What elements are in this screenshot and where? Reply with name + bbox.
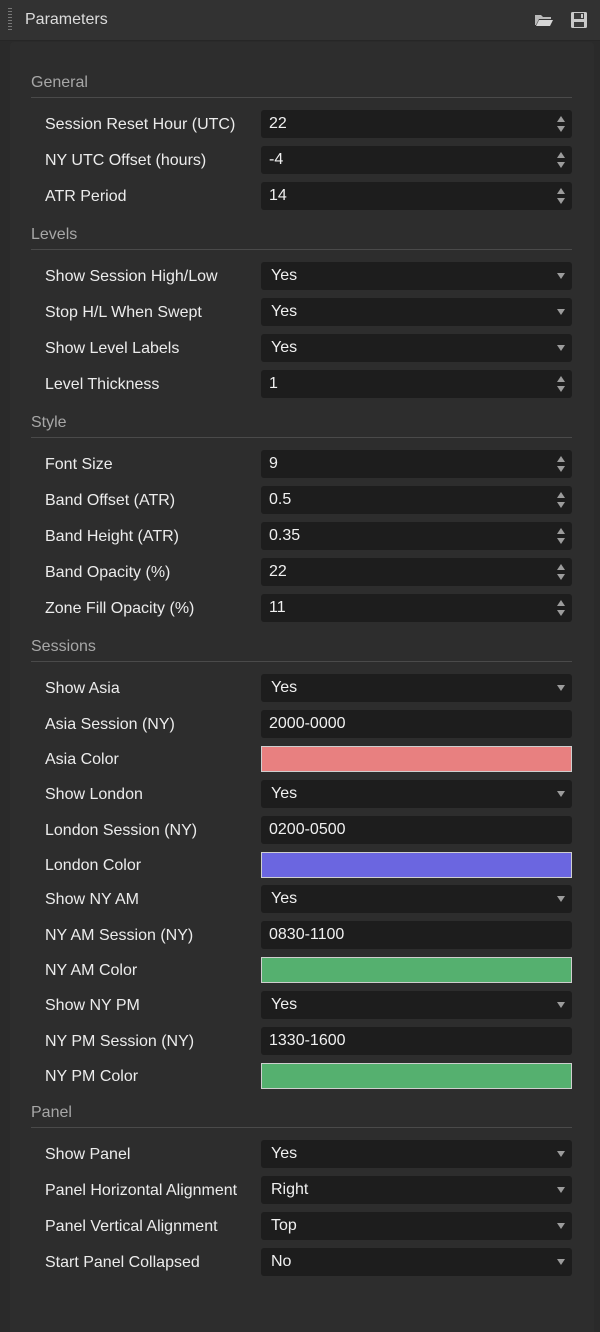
section-style: Style bbox=[31, 414, 67, 431]
section-divider bbox=[31, 97, 572, 98]
band-height-input[interactable]: 0.35 bbox=[261, 522, 572, 550]
ny-am-session-input[interactable]: 0830-1100 bbox=[261, 921, 572, 949]
london-session-input[interactable]: 0200-0500 bbox=[261, 816, 572, 844]
param-label: Show NY PM bbox=[45, 997, 140, 1014]
param-label: Asia Color bbox=[45, 751, 119, 768]
band-opacity-input[interactable]: 22 bbox=[261, 558, 572, 586]
london-color-swatch[interactable] bbox=[261, 852, 572, 878]
spinner-icon[interactable] bbox=[556, 490, 566, 510]
param-label: Stop H/L When Swept bbox=[45, 304, 202, 321]
zone-fill-opacity-input[interactable]: 11 bbox=[261, 594, 572, 622]
show-london-select[interactable]: Yes bbox=[261, 780, 572, 808]
start-panel-collapsed-select[interactable]: No bbox=[261, 1248, 572, 1276]
panel-vertical-alignment-select[interactable]: Top bbox=[261, 1212, 572, 1240]
param-label: Asia Session (NY) bbox=[45, 716, 175, 733]
show-ny-pm-select[interactable]: Yes bbox=[261, 991, 572, 1019]
param-label: Band Height (ATR) bbox=[45, 528, 179, 545]
chevron-down-icon bbox=[557, 273, 565, 279]
section-divider bbox=[31, 1127, 572, 1128]
param-label: NY PM Color bbox=[45, 1068, 139, 1085]
param-label: Level Thickness bbox=[45, 376, 160, 393]
spinner-icon[interactable] bbox=[556, 562, 566, 582]
chevron-down-icon bbox=[557, 896, 565, 902]
param-label: Panel Horizontal Alignment bbox=[45, 1182, 238, 1199]
section-divider bbox=[31, 437, 572, 438]
session-reset-hour-input[interactable]: 22 bbox=[261, 110, 572, 138]
level-thickness-input[interactable]: 1 bbox=[261, 370, 572, 398]
section-divider bbox=[31, 661, 572, 662]
ny-pm-color-swatch[interactable] bbox=[261, 1063, 572, 1089]
param-label: Session Reset Hour (UTC) bbox=[45, 116, 236, 133]
show-session-high-low-select[interactable]: Yes bbox=[261, 262, 572, 290]
param-label: NY UTC Offset (hours) bbox=[45, 152, 207, 169]
stop-hl-when-swept-select[interactable]: Yes bbox=[261, 298, 572, 326]
chevron-down-icon bbox=[557, 1187, 565, 1193]
chevron-down-icon bbox=[557, 1223, 565, 1229]
param-label: Show Panel bbox=[45, 1146, 131, 1163]
param-label: Show Session High/Low bbox=[45, 268, 218, 285]
title-bar: Parameters bbox=[0, 0, 600, 41]
param-label: London Color bbox=[45, 857, 142, 874]
save-icon[interactable] bbox=[568, 10, 590, 30]
show-ny-am-select[interactable]: Yes bbox=[261, 885, 572, 913]
asia-color-swatch[interactable] bbox=[261, 746, 572, 772]
param-label: NY AM Session (NY) bbox=[45, 927, 194, 944]
chevron-down-icon bbox=[557, 1259, 565, 1265]
spinner-icon[interactable] bbox=[556, 114, 566, 134]
chevron-down-icon bbox=[557, 685, 565, 691]
spinner-icon[interactable] bbox=[556, 454, 566, 474]
spinner-icon[interactable] bbox=[556, 598, 566, 618]
spinner-icon[interactable] bbox=[556, 374, 566, 394]
font-size-input[interactable]: 9 bbox=[261, 450, 572, 478]
section-panel: Panel bbox=[31, 1104, 72, 1121]
window-title: Parameters bbox=[25, 11, 108, 28]
open-folder-icon[interactable] bbox=[533, 10, 555, 30]
spinner-icon[interactable] bbox=[556, 150, 566, 170]
param-label: NY PM Session (NY) bbox=[45, 1033, 195, 1050]
param-label: Show Asia bbox=[45, 680, 120, 697]
section-sessions: Sessions bbox=[31, 638, 96, 655]
show-level-labels-select[interactable]: Yes bbox=[261, 334, 572, 362]
param-label: Band Opacity (%) bbox=[45, 564, 171, 581]
param-label: Band Offset (ATR) bbox=[45, 492, 176, 509]
param-label: NY AM Color bbox=[45, 962, 138, 979]
param-label: Show London bbox=[45, 786, 143, 803]
param-label: Start Panel Collapsed bbox=[45, 1254, 200, 1271]
atr-period-input[interactable]: 14 bbox=[261, 182, 572, 210]
param-label: Zone Fill Opacity (%) bbox=[45, 600, 195, 617]
param-label: Font Size bbox=[45, 456, 113, 473]
show-panel-select[interactable]: Yes bbox=[261, 1140, 572, 1168]
section-divider bbox=[31, 249, 572, 250]
section-general: General bbox=[31, 74, 88, 91]
chevron-down-icon bbox=[557, 791, 565, 797]
ny-utc-offset-input[interactable]: -4 bbox=[261, 146, 572, 174]
spinner-icon[interactable] bbox=[556, 186, 566, 206]
param-label: Show Level Labels bbox=[45, 340, 180, 357]
param-label: ATR Period bbox=[45, 188, 127, 205]
chevron-down-icon bbox=[557, 345, 565, 351]
param-label: Panel Vertical Alignment bbox=[45, 1218, 218, 1235]
panel-horizontal-alignment-select[interactable]: Right bbox=[261, 1176, 572, 1204]
chevron-down-icon bbox=[557, 1002, 565, 1008]
chevron-down-icon bbox=[557, 1151, 565, 1157]
ny-am-color-swatch[interactable] bbox=[261, 957, 572, 983]
spinner-icon[interactable] bbox=[556, 526, 566, 546]
band-offset-input[interactable]: 0.5 bbox=[261, 486, 572, 514]
ny-pm-session-input[interactable]: 1330-1600 bbox=[261, 1027, 572, 1055]
param-label: London Session (NY) bbox=[45, 822, 198, 839]
drag-grip-icon[interactable] bbox=[8, 8, 12, 30]
param-label: Show NY AM bbox=[45, 891, 139, 908]
section-levels: Levels bbox=[31, 226, 78, 243]
show-asia-select[interactable]: Yes bbox=[261, 674, 572, 702]
asia-session-input[interactable]: 2000-0000 bbox=[261, 710, 572, 738]
chevron-down-icon bbox=[557, 309, 565, 315]
